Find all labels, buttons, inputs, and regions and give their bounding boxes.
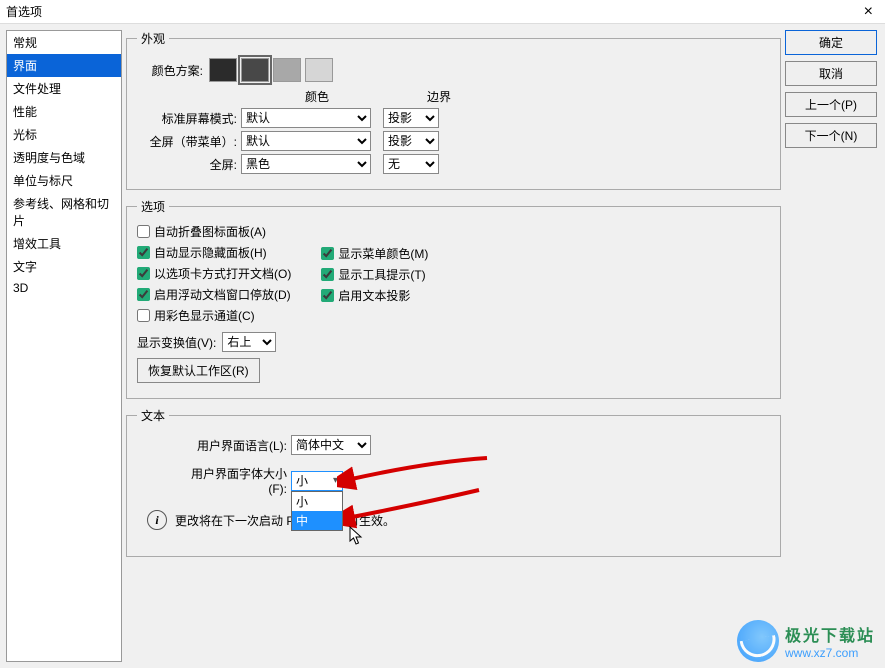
sidebar-item-interface[interactable]: 界面 — [7, 54, 121, 77]
chk-text-shadow[interactable]: 启用文本投影 — [321, 287, 428, 304]
text-group: 文本 用户界面语言(L): 简体中文 用户界面字体大小(F): 小 ▾ 小 中 — [126, 407, 781, 557]
ui-font-size-value: 小 — [296, 472, 308, 489]
chk-auto-show-hidden[interactable]: 自动显示隐藏面板(H) — [137, 244, 291, 261]
appearance-group: 外观 颜色方案: 颜色 边界 标准屏幕模式: 默认 投影 全屏（带 — [126, 30, 781, 190]
sidebar-item-plugins[interactable]: 增效工具 — [7, 232, 121, 255]
chk-color-channels[interactable]: 用彩色显示通道(C) — [137, 307, 291, 324]
color-swatch-1[interactable] — [209, 58, 237, 82]
color-scheme-label: 颜色方案: — [137, 62, 203, 79]
sidebar-item-3d[interactable]: 3D — [7, 278, 121, 298]
ui-font-size-combo[interactable]: 小 ▾ 小 中 — [291, 471, 343, 491]
chk-menu-colors[interactable]: 显示菜单颜色(M) — [321, 245, 428, 262]
transform-values-select[interactable]: 右上 — [222, 332, 276, 352]
options-group: 选项 自动折叠图标面板(A) 自动显示隐藏面板(H) 以选项卡方式打开文档(O)… — [126, 198, 781, 399]
sidebar-item-file-handling[interactable]: 文件处理 — [7, 77, 121, 100]
ui-language-label: 用户界面语言(L): — [177, 437, 287, 454]
watermark-url: www.xz7.com — [785, 646, 875, 660]
fullscreen-label: 全屏: — [137, 156, 237, 173]
watermark-logo-icon — [737, 620, 779, 662]
color-swatch-3[interactable] — [273, 58, 301, 82]
cancel-button[interactable]: 取消 — [785, 61, 877, 86]
color-swatch-2[interactable] — [241, 58, 269, 82]
chk-open-as-tabs[interactable]: 以选项卡方式打开文档(O) — [137, 265, 291, 282]
standard-screen-label: 标准屏幕模式: — [137, 110, 237, 127]
chevron-down-icon: ▾ — [333, 475, 338, 486]
close-icon[interactable]: × — [858, 3, 879, 21]
watermark-title: 极光下载站 — [785, 622, 875, 646]
font-option-small[interactable]: 小 — [292, 492, 342, 511]
window-title: 首选项 — [6, 3, 858, 20]
ui-font-size-label: 用户界面字体大小(F): — [177, 465, 287, 496]
sidebar-item-transparency[interactable]: 透明度与色域 — [7, 146, 121, 169]
fullscreen-menu-label: 全屏（带菜单）: — [137, 133, 237, 150]
appearance-legend: 外观 — [137, 30, 169, 47]
font-option-medium[interactable]: 中 — [292, 511, 342, 530]
cursor-icon — [349, 526, 365, 546]
chk-auto-collapse[interactable]: 自动折叠图标面板(A) — [137, 223, 291, 240]
sidebar-item-type[interactable]: 文字 — [7, 255, 121, 278]
ui-language-select[interactable]: 简体中文 — [291, 435, 371, 455]
fullscreen-menu-border-select[interactable]: 投影 — [383, 131, 439, 151]
sidebar-item-performance[interactable]: 性能 — [7, 100, 121, 123]
sidebar-item-cursor[interactable]: 光标 — [7, 123, 121, 146]
info-icon: i — [147, 510, 167, 530]
ok-button[interactable]: 确定 — [785, 30, 877, 55]
transform-values-label: 显示变换值(V): — [137, 334, 216, 351]
restore-workspace-button[interactable]: 恢复默认工作区(R) — [137, 358, 260, 383]
sidebar-item-general[interactable]: 常规 — [7, 31, 121, 54]
chk-tooltips[interactable]: 显示工具提示(T) — [321, 266, 428, 283]
text-legend: 文本 — [137, 407, 169, 424]
standard-screen-border-select[interactable]: 投影 — [383, 108, 439, 128]
prev-button[interactable]: 上一个(P) — [785, 92, 877, 117]
fullscreen-color-select[interactable]: 黑色 — [241, 154, 371, 174]
sidebar-item-guides[interactable]: 参考线、网格和切片 — [7, 192, 121, 232]
chk-floating-dock[interactable]: 启用浮动文档窗口停放(D) — [137, 286, 291, 303]
fullscreen-border-select[interactable]: 无 — [383, 154, 439, 174]
watermark: 极光下载站 www.xz7.com — [737, 620, 875, 662]
fullscreen-menu-color-select[interactable]: 默认 — [241, 131, 371, 151]
column-header-color: 颜色 — [237, 88, 397, 105]
column-header-border: 边界 — [409, 88, 469, 105]
category-sidebar: 常规 界面 文件处理 性能 光标 透明度与色域 单位与标尺 参考线、网格和切片 … — [6, 30, 122, 662]
color-swatch-4[interactable] — [305, 58, 333, 82]
options-legend: 选项 — [137, 198, 169, 215]
next-button[interactable]: 下一个(N) — [785, 123, 877, 148]
ui-font-size-dropdown[interactable]: 小 中 — [291, 491, 343, 531]
standard-screen-color-select[interactable]: 默认 — [241, 108, 371, 128]
sidebar-item-units[interactable]: 单位与标尺 — [7, 169, 121, 192]
